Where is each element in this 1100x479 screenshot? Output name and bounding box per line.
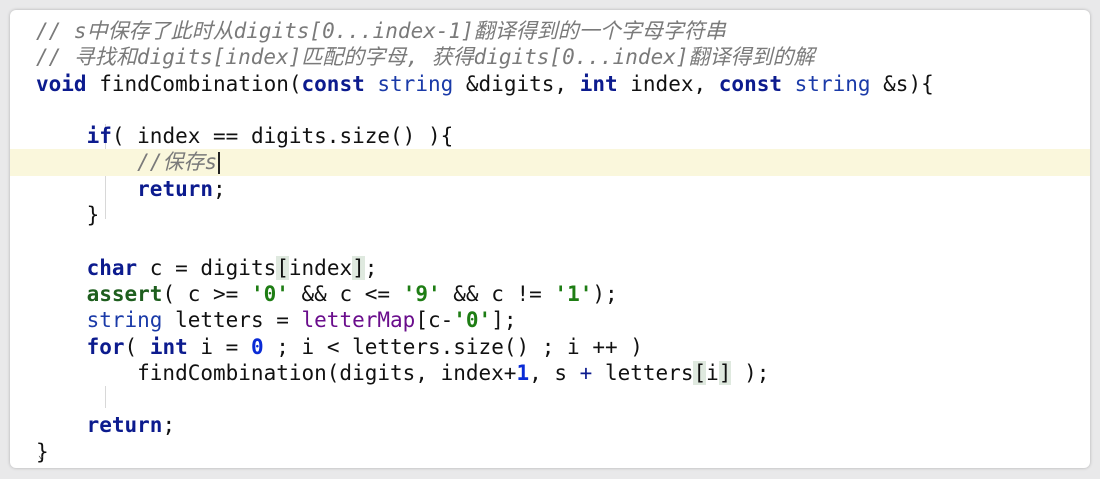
code-token: if <box>86 124 112 149</box>
code-line[interactable]: char c = digits[index]; <box>10 255 1090 281</box>
code-token: ; <box>364 255 378 280</box>
code-token: ( c >= <box>162 281 251 306</box>
code-token: '0' <box>453 308 492 333</box>
code-token: &digits, <box>453 71 580 96</box>
code-token: '9' <box>402 281 441 306</box>
code-token: string <box>377 71 454 96</box>
code-line[interactable]: // s中保存了此时从digits[0...index-1]翻译得到的一个字母字… <box>10 18 1090 44</box>
code-line[interactable]: } <box>10 202 1090 228</box>
code-token: findCombination(digits, index+ <box>36 360 517 385</box>
code-token: char <box>86 255 138 280</box>
code-line[interactable]: void findCombination(const string &digit… <box>10 71 1090 97</box>
code-token: '1' <box>554 281 593 306</box>
code-token: ; i < letters.size() ; i ++ ) <box>263 334 643 359</box>
code-line[interactable] <box>10 228 1090 254</box>
code-line[interactable]: return; <box>10 176 1090 202</box>
code-token: 1 <box>516 360 530 385</box>
code-token: // s中保存了此时从digits[0...index-1]翻译得到的一个字母字… <box>36 19 726 43</box>
text-cursor <box>218 152 221 175</box>
code-token: return <box>137 176 214 201</box>
code-token: // 寻找和digits[index]匹配的字母, 获得digits[0...i… <box>36 45 815 70</box>
code-token: ; <box>213 176 226 201</box>
code-token: string <box>794 71 871 96</box>
code-line[interactable]: } <box>10 439 1090 465</box>
code-token: i = <box>187 334 251 359</box>
code-line[interactable]: //保存s <box>10 149 1090 176</box>
code-token: c = digits <box>137 255 277 280</box>
code-token: index, <box>617 71 719 96</box>
fold-marker-icon: ⌄ <box>38 450 45 461</box>
code-token: ); <box>592 281 618 306</box>
code-token: ] <box>718 360 732 385</box>
code-token: [ <box>276 255 289 280</box>
code-token: assert <box>86 281 163 306</box>
code-line[interactable]: findCombination(digits, index+1, s + let… <box>10 360 1090 386</box>
code-token: ; <box>162 413 176 438</box>
code-token: '0' <box>250 281 289 306</box>
code-token: + <box>579 360 593 385</box>
code-token: index <box>288 255 353 280</box>
code-token: && c <= <box>288 281 403 306</box>
code-token: letters <box>592 360 694 385</box>
code-token: [c- <box>415 308 454 333</box>
code-token: ( index == digits.size() ){ <box>111 124 454 149</box>
code-token: int <box>579 71 618 96</box>
code-token: //保存s <box>137 150 218 175</box>
code-token: letterMap <box>301 308 416 333</box>
code-token: ( <box>124 334 150 359</box>
code-token: } <box>36 203 100 228</box>
code-token: letters = <box>162 308 302 333</box>
code-token: int <box>149 334 188 359</box>
code-line[interactable]: assert( c >= '0' && c <= '9' && c != '1'… <box>10 281 1090 307</box>
code-line[interactable]: string letters = letterMap[c-'0']; <box>10 307 1090 333</box>
code-editor[interactable]: // s中保存了此时从digits[0...index-1]翻译得到的一个字母字… <box>10 10 1090 468</box>
code-line[interactable] <box>10 386 1090 412</box>
code-token: return <box>86 413 163 438</box>
code-token: string <box>86 308 163 333</box>
code-line[interactable]: // 寻找和digits[index]匹配的字母, 获得digits[0...i… <box>10 44 1090 70</box>
code-token: ]; <box>491 308 517 333</box>
code-token: void <box>36 71 87 96</box>
code-line[interactable]: return; <box>10 412 1090 438</box>
code-token: && c != <box>440 281 555 306</box>
code-line[interactable] <box>10 97 1090 123</box>
code-token: , s <box>529 360 580 385</box>
code-token: const <box>301 71 365 96</box>
code-token: ); <box>731 360 770 385</box>
code-token: [ <box>693 360 707 385</box>
code-token: 0 <box>250 334 264 359</box>
code-token: for <box>86 334 125 359</box>
code-area[interactable]: // s中保存了此时从digits[0...index-1]翻译得到的一个字母字… <box>10 18 1090 465</box>
code-token: const <box>718 71 782 96</box>
code-line[interactable]: if( index == digits.size() ){ <box>10 123 1090 149</box>
code-token: findCombination( <box>86 71 302 96</box>
code-line[interactable]: for( int i = 0 ; i < letters.size() ; i … <box>10 334 1090 360</box>
code-token: ] <box>352 255 365 280</box>
code-token: i <box>706 360 719 385</box>
code-token: &s){ <box>870 71 934 96</box>
